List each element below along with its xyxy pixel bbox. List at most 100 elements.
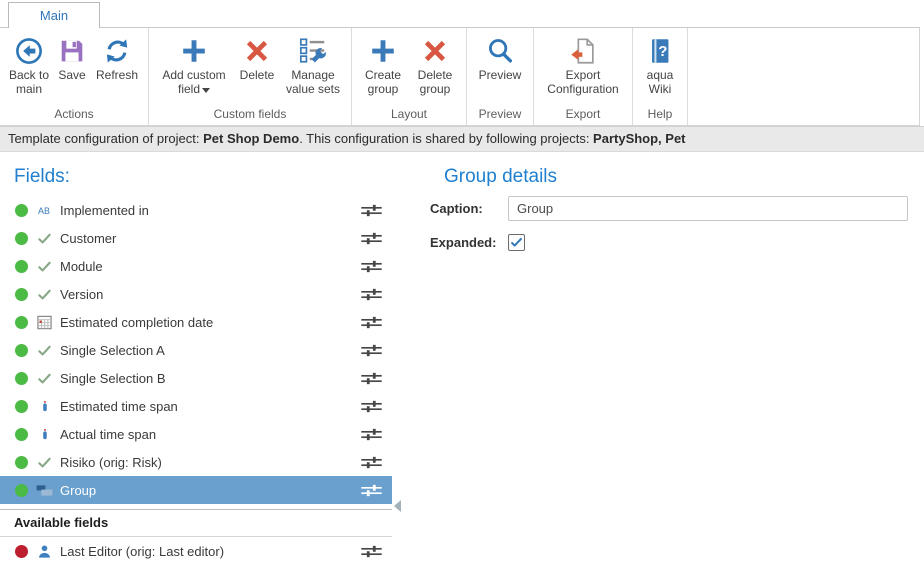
add-plus-icon (179, 35, 209, 67)
available-fields-header: Available fields (0, 509, 392, 537)
reorder-handle-icon[interactable] (361, 316, 382, 329)
person-icon (35, 544, 53, 559)
details-panel-title: Group details (444, 166, 908, 188)
checkmark-icon (35, 259, 53, 274)
magnifier-icon (485, 35, 515, 67)
ribbon-button-label: Preview (479, 68, 522, 82)
banner-prefix: Template configuration of project: (8, 131, 203, 146)
expanded-checkbox[interactable] (508, 234, 525, 251)
fields-panel-title: Fields: (14, 166, 392, 188)
refresh-icon (102, 35, 132, 67)
ribbon-group-help: ?aqua Wiki Help (633, 28, 688, 125)
ribbon-group-label: Preview (467, 106, 533, 125)
ribbon-group-label: Help (633, 106, 687, 125)
reorder-handle-icon[interactable] (361, 204, 382, 217)
back-to-main-button[interactable]: Back to main (5, 33, 53, 97)
field-row-single-selection-b[interactable]: Single Selection B (0, 364, 392, 392)
reorder-handle-icon[interactable] (361, 400, 382, 413)
field-row-group[interactable]: Group (0, 476, 392, 504)
field-row-customer[interactable]: Customer (0, 224, 392, 252)
reorder-handle-icon[interactable] (361, 372, 382, 385)
ribbon-group-buttons: ?aqua Wiki (633, 28, 687, 106)
green-status-dot (15, 484, 28, 497)
ribbon-group-preview: Preview Preview (467, 28, 534, 125)
field-row-actual-time-span[interactable]: Actual time span (0, 420, 392, 448)
reorder-handle-icon[interactable] (361, 484, 382, 497)
delete-button[interactable]: Delete (234, 33, 280, 82)
field-row-version[interactable]: Version (0, 280, 392, 308)
ribbon-button-label: Add custom field (156, 68, 232, 97)
ab-text-icon: AB (35, 204, 53, 217)
add-custom-field-button[interactable]: Add custom field (154, 33, 234, 97)
caption-form-row: Caption: (430, 196, 908, 221)
checkmark-icon (35, 287, 53, 302)
green-status-dot (15, 316, 28, 329)
main-content: Fields: AB Implemented in Customer Module Ve… (0, 152, 924, 548)
field-label: Customer (60, 231, 354, 246)
field-row-implemented-in[interactable]: AB Implemented in (0, 196, 392, 224)
expanded-form-row: Expanded: (430, 234, 908, 251)
back-icon (14, 35, 44, 67)
timespan-icon (35, 427, 53, 442)
create-group-button[interactable]: Create group (357, 33, 409, 97)
ribbon-button-label: aqua Wiki (640, 68, 680, 97)
manage-value-sets-button[interactable]: Manage value sets (280, 33, 346, 97)
tab-main[interactable]: Main (8, 2, 100, 28)
green-status-dot (15, 232, 28, 245)
field-row-estimated-time-span[interactable]: Estimated time span (0, 392, 392, 420)
reorder-handle-icon[interactable] (361, 232, 382, 245)
preview-button[interactable]: Preview (472, 33, 528, 82)
field-label: Single Selection B (60, 371, 354, 386)
aqua-wiki-button[interactable]: ?aqua Wiki (638, 33, 682, 97)
ribbon-group-label: Custom fields (149, 106, 351, 125)
group-icon (35, 484, 53, 497)
green-status-dot (15, 344, 28, 357)
field-row-estimated-completion-date[interactable]: Estimated completion date (0, 308, 392, 336)
fields-panel: Fields: AB Implemented in Customer Module Ve… (0, 152, 392, 548)
field-row-risiko-orig-risk[interactable]: Risiko (orig: Risk) (0, 448, 392, 476)
checkbox-check-icon (510, 236, 523, 249)
ribbon-group-buttons: Preview (467, 28, 533, 106)
caption-label: Caption: (430, 201, 508, 216)
reorder-handle-icon[interactable] (361, 428, 382, 441)
delete-group-button[interactable]: Delete group (409, 33, 461, 97)
project-config-banner: Template configuration of project: Pet S… (0, 126, 924, 152)
field-row-single-selection-a[interactable]: Single Selection A (0, 336, 392, 364)
save-icon (57, 35, 87, 67)
export-configuration-button[interactable]: Export Configuration (539, 33, 627, 97)
caption-input[interactable] (508, 196, 908, 221)
field-label: Module (60, 259, 354, 274)
reorder-handle-icon[interactable] (361, 545, 382, 558)
reorder-handle-icon[interactable] (361, 260, 382, 273)
save-button[interactable]: Save (53, 33, 91, 82)
ribbon-group-label: Actions (0, 106, 148, 125)
reorder-handle-icon[interactable] (361, 456, 382, 469)
ribbon-body: Back to mainSave Refresh Actions Add custom… (0, 28, 920, 126)
ribbon-button-label: Delete group (411, 68, 459, 97)
field-label: Actual time span (60, 427, 354, 442)
banner-middle: . This configuration is shared by follow… (299, 131, 593, 146)
refresh-button[interactable]: Refresh (91, 33, 143, 82)
ribbon-group-actions: Back to mainSave Refresh Actions (0, 28, 149, 125)
ribbon-group-layout: Create groupDelete groupLayout (352, 28, 467, 125)
panel-splitter[interactable] (392, 152, 404, 548)
timespan-icon (35, 399, 53, 414)
field-label: Implemented in (60, 203, 354, 218)
reorder-handle-icon[interactable] (361, 288, 382, 301)
checkmark-icon (35, 371, 53, 386)
reorder-handle-icon[interactable] (361, 344, 382, 357)
ribbon-button-label: Refresh (96, 68, 138, 82)
splitter-collapse-icon[interactable] (394, 500, 401, 512)
wiki-book-icon: ? (645, 35, 675, 67)
ribbon-button-label: Manage value sets (282, 68, 344, 97)
field-row-module[interactable]: Module (0, 252, 392, 280)
ribbon-group-buttons: Back to mainSave Refresh (0, 28, 148, 106)
field-row-last-editor-orig-last-editor[interactable]: Last Editor (orig: Last editor) (0, 537, 392, 565)
ribbon-filler (688, 28, 919, 125)
ribbon-button-label: Export Configuration (541, 68, 625, 97)
green-status-dot (15, 400, 28, 413)
field-label: Group (60, 483, 354, 498)
fields-list: ABImplemented inCustomerModuleVersionEst… (0, 196, 392, 504)
add-plus-icon (368, 35, 398, 67)
red-status-dot (15, 545, 28, 558)
